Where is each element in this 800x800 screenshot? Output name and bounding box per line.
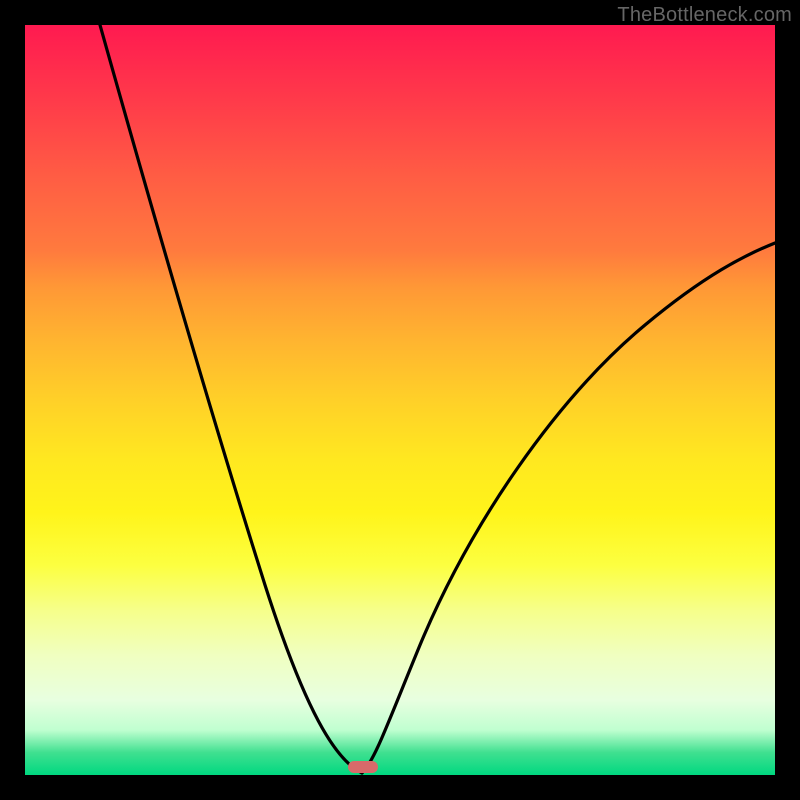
attribution-text: TheBottleneck.com xyxy=(617,4,792,27)
curve-left-branch xyxy=(100,25,362,773)
bottleneck-curve xyxy=(25,25,775,775)
optimum-marker xyxy=(348,761,378,773)
chart-frame xyxy=(25,25,775,775)
curve-right-branch xyxy=(362,243,775,773)
